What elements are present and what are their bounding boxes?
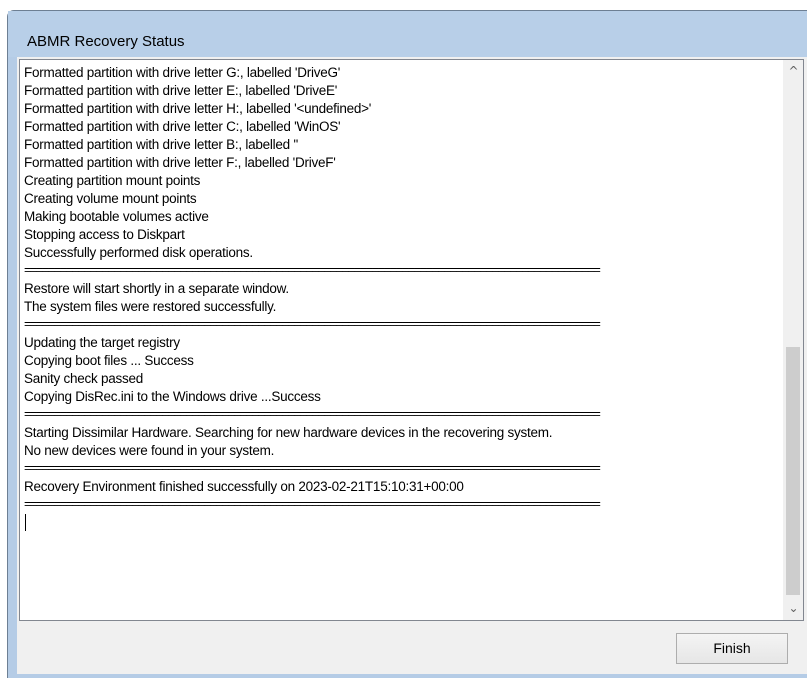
recovery-log-textbox[interactable]: Formatted partition with drive letter G:… xyxy=(19,59,804,621)
chevron-down-icon[interactable]: ⌄ xyxy=(784,599,803,618)
log-line: Formatted partition with drive letter B:… xyxy=(24,137,299,152)
log-line: Creating volume mount points xyxy=(24,191,197,206)
log-line: Formatted partition with drive letter F:… xyxy=(24,155,336,170)
log-separator: ========================================… xyxy=(24,407,601,421)
log-line: Formatted partition with drive letter G:… xyxy=(24,65,341,80)
log-line: Formatted partition with drive letter C:… xyxy=(24,119,341,134)
log-line: Creating partition mount points xyxy=(24,173,201,188)
log-line: Sanity check passed xyxy=(24,371,144,386)
log-separator: ========================================… xyxy=(24,317,601,331)
log-line: Recovery Environment finished successful… xyxy=(24,479,464,494)
abmr-recovery-status-window: ABMR Recovery Status Formatted partition… xyxy=(0,0,807,678)
recovery-log-content[interactable]: Formatted partition with drive letter G:… xyxy=(24,64,782,620)
log-line: Formatted partition with drive letter H:… xyxy=(24,101,372,116)
log-line: Making bootable volumes active xyxy=(24,209,209,224)
log-line: Stopping access to Diskpart xyxy=(24,227,185,242)
finish-button[interactable]: Finish xyxy=(676,633,788,664)
log-line: Successfully performed disk operations. xyxy=(24,245,253,260)
log-separator: ========================================… xyxy=(24,461,601,475)
window-title: ABMR Recovery Status xyxy=(27,33,185,50)
text-cursor-line xyxy=(24,514,782,532)
log-line: Copying DisRec.ini to the Windows drive … xyxy=(24,389,321,404)
log-separator: ========================================… xyxy=(24,263,601,277)
log-line: Updating the target registry xyxy=(24,335,180,350)
chevron-up-icon[interactable]: ^ xyxy=(784,62,803,81)
log-line: Starting Dissimilar Hardware. Searching … xyxy=(24,425,553,440)
log-line: Copying boot files ... Success xyxy=(24,353,194,368)
log-line: The system files were restored successfu… xyxy=(24,299,277,314)
log-line: Formatted partition with drive letter E:… xyxy=(24,83,338,98)
log-line: Restore will start shortly in a separate… xyxy=(24,281,289,296)
log-separator: ========================================… xyxy=(24,497,601,511)
log-line: No new devices were found in your system… xyxy=(24,443,275,458)
text-caret xyxy=(25,514,26,531)
vertical-scrollbar[interactable]: ^ ⌄ xyxy=(783,60,803,620)
scrollbar-thumb[interactable] xyxy=(786,347,800,595)
